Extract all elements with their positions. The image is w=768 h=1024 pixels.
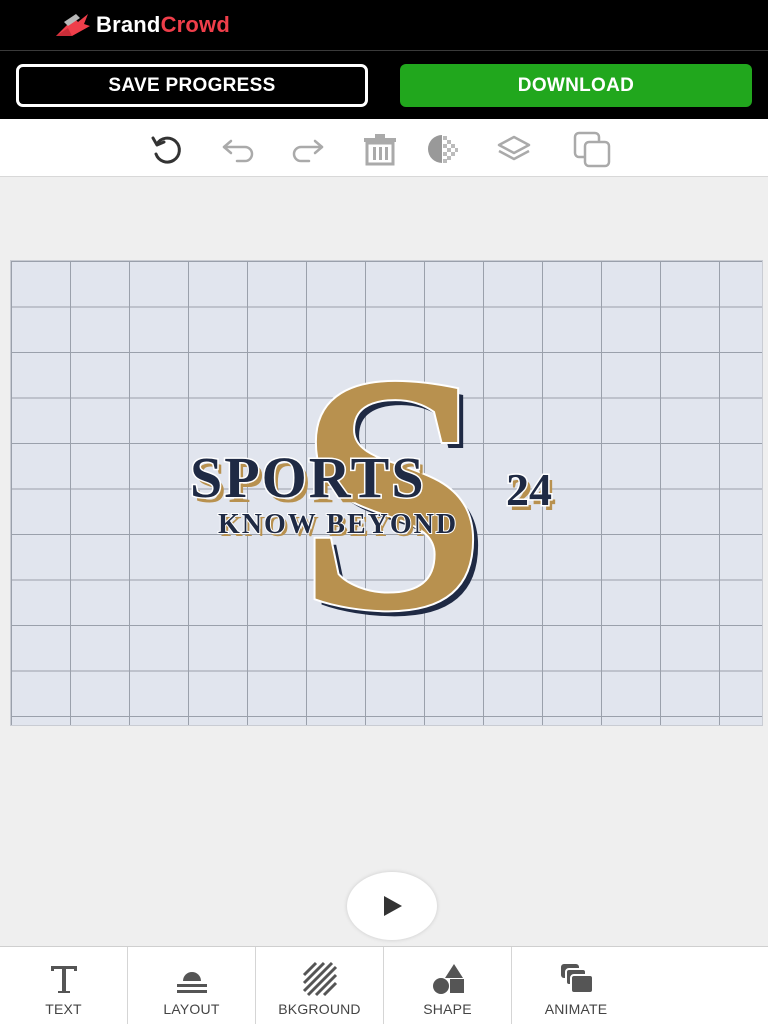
brand-name: BrandCrowd: [96, 12, 231, 37]
save-progress-button[interactable]: SAVE PROGRESS: [16, 64, 368, 107]
play-preview-button[interactable]: [347, 872, 437, 940]
background-icon: [302, 961, 337, 997]
logo-tagline: KNOW BEYOND: [218, 509, 458, 540]
bottom-tab-bar: TEXT LAYOUT BKGROUND SHAPE ANIMATE: [0, 946, 768, 1024]
editor-toolbar: [0, 119, 768, 177]
transparency-icon[interactable]: [422, 129, 462, 169]
tab-shape[interactable]: SHAPE: [384, 947, 512, 1024]
tab-layout-label: LAYOUT: [163, 1001, 220, 1017]
tab-background-label: BKGROUND: [278, 1001, 361, 1017]
reset-icon[interactable]: [147, 129, 187, 169]
tab-text-label: TEXT: [45, 1001, 82, 1017]
undo-icon[interactable]: [218, 129, 258, 169]
tab-shape-label: SHAPE: [423, 1001, 472, 1017]
redo-icon[interactable]: [288, 129, 328, 169]
trash-icon[interactable]: [360, 129, 400, 169]
tab-layout[interactable]: LAYOUT: [128, 947, 256, 1024]
tab-background[interactable]: BKGROUND: [256, 947, 384, 1024]
header-divider: [0, 50, 768, 51]
tab-animate-label: ANIMATE: [544, 1001, 608, 1017]
logo-headline: SPORTS: [190, 445, 426, 510]
play-icon: [384, 896, 402, 916]
design-logo[interactable]: S S SPORTS SPORTS 24 24 KNOW BEYOND KNOW…: [180, 355, 600, 635]
layout-icon: [176, 972, 207, 993]
text-icon: [50, 966, 77, 993]
app-header: BrandCrowd SAVE PROGRESS DOWNLOAD: [0, 0, 768, 119]
duplicate-icon[interactable]: [572, 129, 612, 169]
shape-icon: [432, 964, 464, 994]
tab-animate[interactable]: ANIMATE: [512, 947, 640, 1024]
tab-text[interactable]: TEXT: [0, 947, 128, 1024]
layers-icon[interactable]: [494, 129, 534, 169]
brand-mark-icon: [56, 14, 90, 36]
logo-number: 24: [506, 464, 552, 515]
download-button[interactable]: DOWNLOAD: [400, 64, 752, 107]
brand-logo[interactable]: BrandCrowd: [54, 10, 230, 40]
animate-icon: [561, 964, 594, 994]
